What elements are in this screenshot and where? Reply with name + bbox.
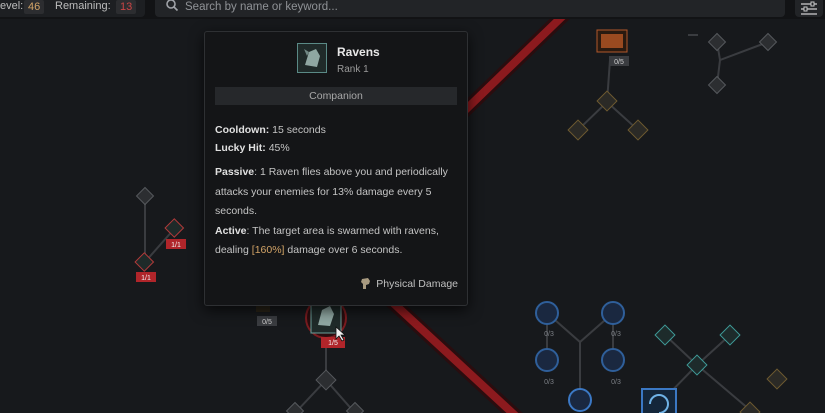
passive-nodes-teal[interactable] <box>641 324 788 413</box>
skill-rank: Rank 1 <box>337 64 369 75</box>
skill-node-left[interactable]: 1/1 1/1 <box>134 186 186 282</box>
search-bar[interactable] <box>155 0 785 17</box>
active-description: Active: The target area is swarmed with … <box>215 222 460 261</box>
skill-tag: Companion <box>215 87 457 105</box>
filter-button[interactable] <box>795 0 823 17</box>
ravens-icon <box>297 43 327 73</box>
passive-nodes-lower[interactable] <box>285 369 365 413</box>
node-count-blue-4: 0/3 <box>611 379 621 386</box>
skill-description: Passive: 1 Raven flies above you and per… <box>215 163 460 261</box>
cooldown-label: Cooldown: <box>215 124 270 136</box>
node-count-left-b: 1/1 <box>141 275 151 282</box>
top-bar: evel: 46 Remaining: 13 <box>0 0 825 19</box>
skill-stats: Cooldown: 15 seconds Lucky Hit: 45% <box>215 121 460 157</box>
level-info: evel: 46 Remaining: 13 <box>0 0 145 17</box>
damage-type: Physical Damage <box>360 277 458 290</box>
search-input[interactable] <box>185 0 745 14</box>
node-count-blue-2: 0/3 <box>611 331 621 338</box>
level-value: 46 <box>24 0 45 14</box>
passive-label: Passive <box>215 166 255 178</box>
node-count-left-a: 1/1 <box>171 242 181 249</box>
damage-type-label: Physical Damage <box>376 278 458 290</box>
remaining-label: Remaining: <box>55 0 111 12</box>
level-label: evel: <box>0 0 24 12</box>
lucky-hit-value: 45% <box>268 142 290 154</box>
passive-description: Passive: 1 Raven flies above you and per… <box>215 163 460 222</box>
lucky-hit-label: Lucky Hit: <box>215 142 266 154</box>
skill-tooltip: Ravens Rank 1 Companion Cooldown: 15 sec… <box>204 31 468 306</box>
node-count-ravens: 1/5 <box>328 340 338 347</box>
node-count-blue-1: 0/3 <box>544 331 554 338</box>
node-count-under-tooltip: 0/5 <box>262 319 272 326</box>
search-icon <box>166 0 179 12</box>
active-damage-value: [160%] <box>251 244 285 256</box>
node-count-blue-3: 0/3 <box>544 379 554 386</box>
sliders-icon <box>801 1 817 15</box>
cooldown-value: 15 seconds <box>272 124 326 136</box>
node-count-top: 0/5 <box>614 59 624 66</box>
active-label: Active <box>215 224 247 237</box>
passive-nodes-gold[interactable] <box>567 90 649 141</box>
physical-damage-icon <box>361 278 371 289</box>
skill-node-top[interactable]: 0/5 <box>596 29 629 66</box>
remaining-points-value: 13 <box>116 0 137 14</box>
active-text-2: damage over 6 seconds. <box>284 244 403 256</box>
skill-name: Ravens <box>337 45 380 59</box>
